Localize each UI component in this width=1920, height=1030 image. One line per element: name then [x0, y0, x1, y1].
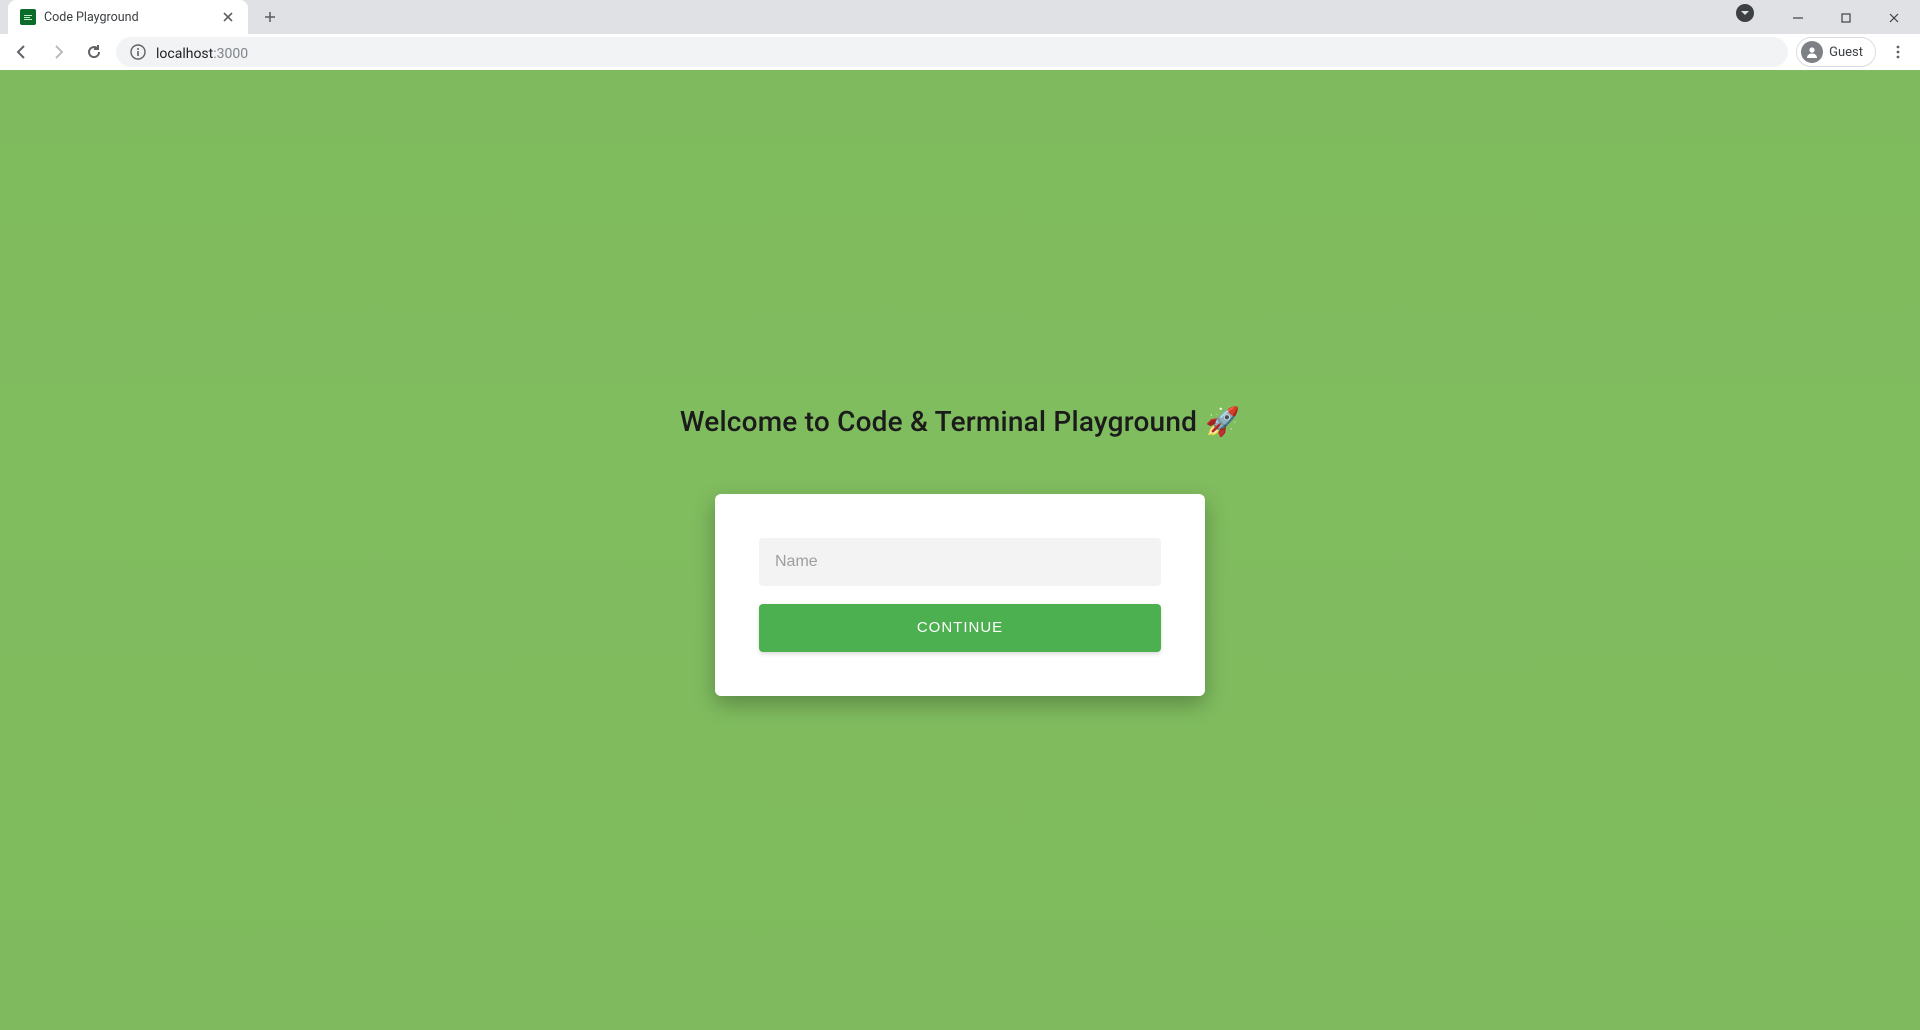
page-viewport: Welcome to Code & Terminal Playground 🚀 … — [0, 70, 1920, 1030]
reload-button[interactable] — [80, 38, 108, 66]
window-controls — [1736, 4, 1916, 32]
browser-chrome: Code Playground localhost:3000 — [0, 0, 1920, 70]
rocket-icon: 🚀 — [1205, 405, 1240, 438]
url-text: localhost:3000 — [156, 43, 248, 62]
browser-toolbar: localhost:3000 Guest — [0, 34, 1920, 70]
close-tab-button[interactable] — [220, 9, 236, 25]
page-heading: Welcome to Code & Terminal Playground 🚀 — [680, 405, 1240, 438]
extension-badge-icon[interactable] — [1736, 4, 1754, 22]
forward-button[interactable] — [44, 38, 72, 66]
continue-button[interactable]: CONTINUE — [759, 604, 1161, 652]
profile-label: Guest — [1829, 45, 1863, 60]
profile-chip[interactable]: Guest — [1796, 37, 1876, 67]
minimize-button[interactable] — [1776, 4, 1820, 32]
address-bar[interactable]: localhost:3000 — [116, 37, 1788, 67]
close-window-button[interactable] — [1872, 4, 1916, 32]
favicon-icon — [20, 9, 36, 25]
avatar-icon — [1801, 41, 1823, 63]
back-button[interactable] — [8, 38, 36, 66]
tab-title: Code Playground — [44, 10, 212, 25]
browser-menu-button[interactable] — [1884, 38, 1912, 66]
name-input[interactable] — [759, 538, 1161, 586]
site-info-icon[interactable] — [130, 44, 146, 60]
heading-text: Welcome to Code & Terminal Playground — [680, 405, 1197, 438]
browser-tab[interactable]: Code Playground — [8, 0, 248, 34]
new-tab-button[interactable] — [256, 3, 284, 31]
tab-strip: Code Playground — [0, 0, 1920, 34]
maximize-button[interactable] — [1824, 4, 1868, 32]
login-card: CONTINUE — [715, 494, 1205, 696]
